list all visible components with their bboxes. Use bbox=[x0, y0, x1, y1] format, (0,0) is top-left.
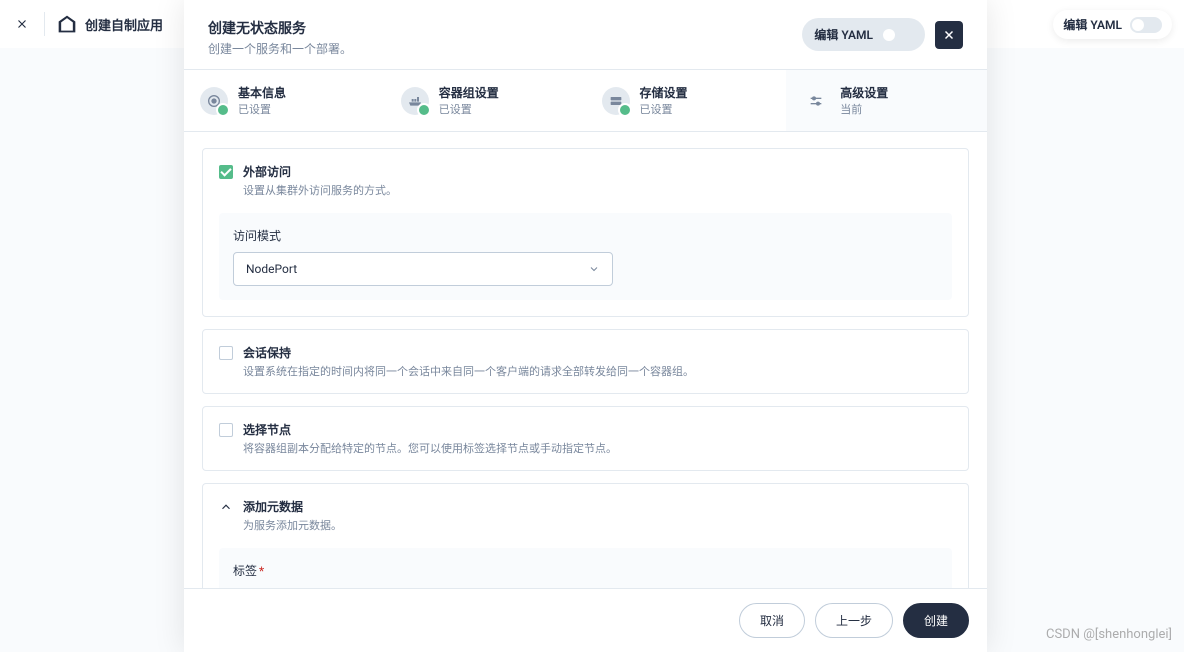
section-title: 会话保持 bbox=[243, 344, 694, 361]
modal-title: 创建无状态服务 bbox=[208, 18, 352, 38]
step-title: 存储设置 bbox=[640, 84, 688, 101]
labels-label: 标签* bbox=[233, 562, 938, 579]
step-basic-info[interactable]: 基本信息 已设置 bbox=[184, 70, 385, 131]
select-node-checkbox[interactable] bbox=[219, 423, 233, 437]
create-button[interactable]: 创建 bbox=[903, 603, 969, 638]
modal-subtitle: 创建一个服务和一个部署。 bbox=[208, 40, 352, 57]
section-desc: 将容器组副本分配给特定的节点。您可以使用标签选择节点或手动指定节点。 bbox=[243, 440, 617, 456]
metadata-card: 添加元数据 为服务添加元数据。 标签* bbox=[202, 483, 969, 588]
session-affinity-checkbox[interactable] bbox=[219, 346, 233, 360]
ship-icon bbox=[401, 87, 429, 115]
step-container-settings[interactable]: 容器组设置 已设置 bbox=[385, 70, 586, 131]
section-title: 添加元数据 bbox=[243, 498, 342, 515]
step-title: 容器组设置 bbox=[439, 84, 499, 101]
create-service-modal: 创建无状态服务 创建一个服务和一个部署。 编辑 YAML 基本信息 已设置 bbox=[184, 0, 987, 652]
external-access-checkbox[interactable] bbox=[219, 165, 233, 179]
access-mode-select[interactable]: NodePort bbox=[233, 252, 613, 286]
sliders-icon bbox=[802, 87, 830, 115]
edit-yaml-button[interactable]: 编辑 YAML bbox=[802, 18, 925, 51]
storage-icon bbox=[602, 87, 630, 115]
session-affinity-card: 会话保持 设置系统在指定的时间内将同一个会话中来自同一个客户端的请求全部转发给同… bbox=[202, 329, 969, 394]
step-status: 当前 bbox=[840, 101, 888, 117]
prev-button[interactable]: 上一步 bbox=[815, 603, 893, 638]
step-title: 高级设置 bbox=[840, 84, 888, 101]
select-value: NodePort bbox=[246, 262, 297, 276]
close-button[interactable] bbox=[935, 21, 963, 49]
step-status: 已设置 bbox=[439, 101, 499, 117]
step-storage-settings[interactable]: 存储设置 已设置 bbox=[586, 70, 787, 131]
section-title: 选择节点 bbox=[243, 421, 617, 438]
chevron-up-icon[interactable] bbox=[219, 500, 233, 514]
section-desc: 为服务添加元数据。 bbox=[243, 517, 342, 533]
yaml-label: 编辑 YAML bbox=[814, 26, 873, 43]
step-title: 基本信息 bbox=[238, 84, 286, 101]
chevron-down-icon bbox=[588, 263, 600, 275]
select-node-card: 选择节点 将容器组副本分配给特定的节点。您可以使用标签选择节点或手动指定节点。 bbox=[202, 406, 969, 471]
step-status: 已设置 bbox=[238, 101, 286, 117]
target-icon bbox=[200, 87, 228, 115]
cancel-button[interactable]: 取消 bbox=[739, 603, 805, 638]
section-desc: 设置从集群外访问服务的方式。 bbox=[243, 182, 397, 198]
toggle-icon bbox=[881, 27, 913, 43]
section-desc: 设置系统在指定的时间内将同一个会话中来自同一个客户端的请求全部转发给同一个容器组… bbox=[243, 363, 694, 379]
section-title: 外部访问 bbox=[243, 163, 397, 180]
watermark: CSDN @[shenhonglei] bbox=[1046, 627, 1172, 642]
step-advanced-settings[interactable]: 高级设置 当前 bbox=[786, 70, 987, 131]
step-status: 已设置 bbox=[640, 101, 688, 117]
access-mode-label: 访问模式 bbox=[233, 227, 938, 244]
external-access-card: 外部访问 设置从集群外访问服务的方式。 访问模式 NodePort bbox=[202, 148, 969, 317]
